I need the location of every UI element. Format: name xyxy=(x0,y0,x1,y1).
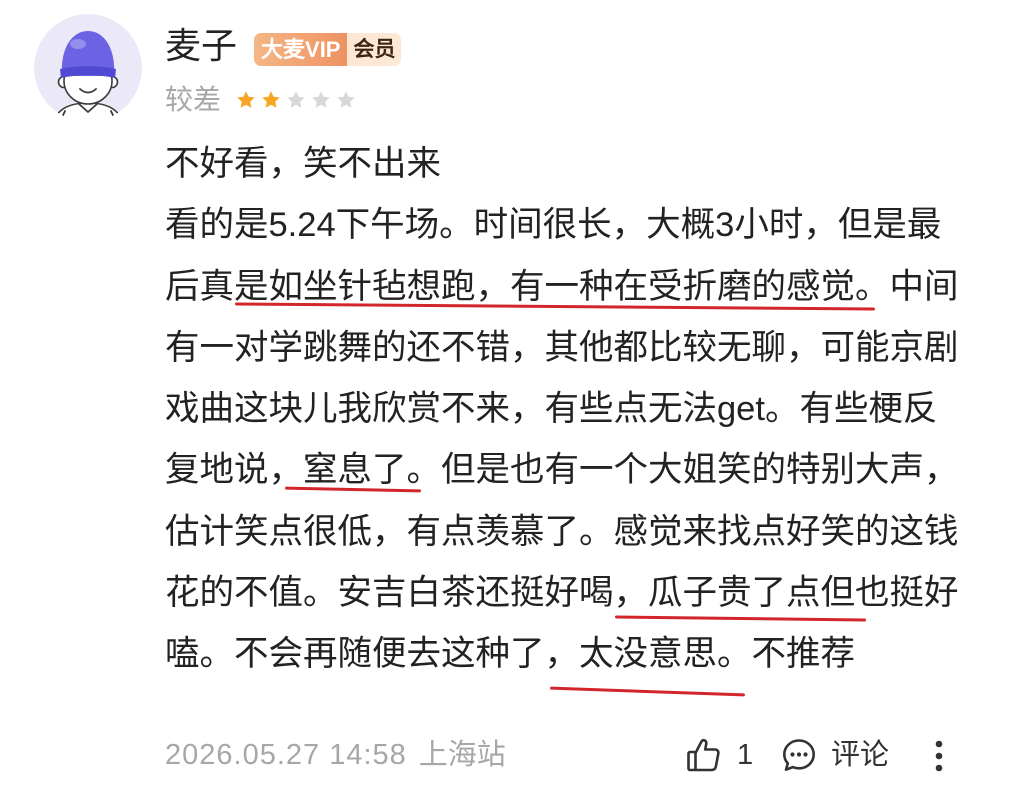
review-line: 复地说， 窒息了 。但是也有一个大姐笑的特别大声， xyxy=(165,440,985,501)
review-line: 不好看，笑不出来 xyxy=(165,134,985,195)
star-empty-icon xyxy=(287,91,305,108)
vip-badge: 大麦VIP 会员 xyxy=(254,32,402,66)
username[interactable]: 麦子 xyxy=(165,23,237,69)
review-text-segment: 估计笑点很低，有点羡慕了。感觉来找点好笑的这钱 xyxy=(165,512,959,551)
review-text-segment: 花的不值。安吉白茶还挺好喝， xyxy=(165,574,648,613)
review-text-segment: 。不推荐 xyxy=(717,635,855,674)
review-text-segment: 戏曲这块儿我欣赏不来，有些点无法get。有些梗反 xyxy=(165,390,938,429)
highlighted-text: 窒息了 xyxy=(303,440,407,501)
star-empty-icon xyxy=(312,91,330,108)
review-text-segment: 嗑。不会再随便去这种了， xyxy=(165,635,579,674)
post-location: 上海站 xyxy=(418,739,506,771)
thumbs-up-icon xyxy=(687,738,720,772)
highlighted-text: 瓜子贵了点但也 xyxy=(648,563,890,624)
review-card: 麦子 大麦VIP 会员 较差 不好看，笑不出来 看的是5.24下午场。时间很长，… xyxy=(0,0,1020,807)
review-text-segment: 不好看，笑不出来 xyxy=(165,145,441,183)
review-text-segment: 挺好 xyxy=(889,574,959,613)
review-line: 后真 是如坐针毡想跑，有一种在受折磨的感觉 。中间 xyxy=(165,257,985,318)
badge-label: 会员 xyxy=(347,32,402,66)
user-avatar-icon xyxy=(34,14,142,122)
highlighted-text: 是如坐针毡想跑，有一种在受折磨的感觉 xyxy=(234,257,855,318)
comment-label: 评论 xyxy=(831,739,890,771)
review-line: 戏曲这块儿我欣赏不来，有些点无法get。有些梗反 xyxy=(165,379,985,440)
like-count: 1 xyxy=(737,739,754,771)
review-line: 有一对学跳舞的还不错，其他都比较无聊，可能京剧 xyxy=(165,318,985,379)
review-line: 花的不值。安吉白茶还挺好喝， 瓜子贵了点但也 挺好 xyxy=(165,563,985,624)
review-line: 估计笑点很低，有点羡慕了。感觉来找点好笑的这钱 xyxy=(165,502,985,563)
user-header: 麦子 大麦VIP 会员 xyxy=(165,23,402,69)
star-filled-icon xyxy=(262,91,280,108)
more-button[interactable] xyxy=(931,739,947,773)
like-button[interactable]: 1 xyxy=(686,736,753,774)
review-text-segment: 看的是5.24下午场。时间很长，大概3小时，但是最 xyxy=(165,206,942,245)
badge-brand: 大麦VIP xyxy=(254,32,348,66)
review-line: 看的是5.24下午场。时间很长，大概3小时，但是最 xyxy=(165,195,985,256)
comment-button[interactable]: 评论 xyxy=(781,736,889,774)
avatar[interactable] xyxy=(34,14,142,122)
review-text-segment: 。中间 xyxy=(855,267,959,306)
rating-stars xyxy=(236,90,356,110)
comment-icon xyxy=(783,739,815,771)
rating: 较差 xyxy=(165,82,356,118)
review-text: 不好看，笑不出来 看的是5.24下午场。时间很长，大概3小时，但是最 后真 是如… xyxy=(165,134,985,686)
review-text-segment: 后真 xyxy=(165,267,234,306)
review-text-segment: 有一对学跳舞的还不错，其他都比较无聊，可能京剧 xyxy=(165,328,959,367)
review-line: 嗑。不会再随便去这种了， 太没意思 。不推荐 xyxy=(165,624,985,685)
rating-label: 较差 xyxy=(165,84,222,115)
highlighted-text: 太没意思 xyxy=(579,624,717,685)
star-filled-icon xyxy=(237,91,255,108)
post-timestamp: 2026.05.27 14:58 xyxy=(165,739,407,771)
post-meta: 2026.05.27 14:58 上海站 xyxy=(165,735,506,775)
review-text-segment: 复地说， xyxy=(165,451,303,490)
more-vertical-icon xyxy=(935,740,943,772)
review-text-segment: 。但是也有一个大姐笑的特别大声， xyxy=(406,451,959,490)
star-empty-icon xyxy=(337,91,355,108)
